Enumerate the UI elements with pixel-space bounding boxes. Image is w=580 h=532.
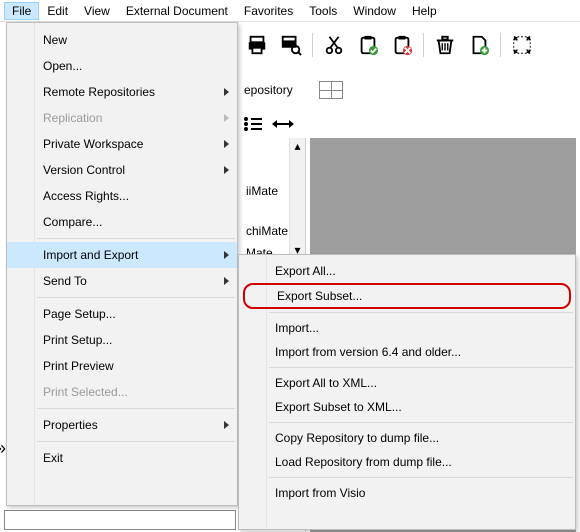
menu-item-label: Print Preview <box>43 359 114 373</box>
menu-separator <box>269 422 573 423</box>
submenu-item-import-old[interactable]: Import from version 6.4 and older... <box>239 340 575 364</box>
menu-item-label: Copy Repository to dump file... <box>275 431 439 445</box>
file-menu: New Open... Remote Repositories Replicat… <box>6 22 238 506</box>
menu-item-properties[interactable]: Properties <box>7 412 237 438</box>
page-add-icon[interactable] <box>466 32 492 58</box>
menu-item-label: Private Workspace <box>43 137 143 151</box>
grid-icon[interactable] <box>319 81 343 99</box>
menu-item-label: New <box>43 33 67 47</box>
menu-item-label: Print Selected... <box>43 385 128 399</box>
menubar-item-view[interactable]: View <box>76 2 118 20</box>
menu-item-label: Export All to XML... <box>275 376 377 390</box>
menu-item-label: Compare... <box>43 215 102 229</box>
fit-icon[interactable] <box>509 32 535 58</box>
menu-item-print-preview[interactable]: Print Preview <box>7 353 237 379</box>
paste-icon[interactable] <box>355 32 381 58</box>
print-icon[interactable] <box>244 32 270 58</box>
print-search-icon[interactable] <box>278 32 304 58</box>
menu-item-label: Import from Visio <box>275 486 365 500</box>
menu-item-label: Import and Export <box>43 248 138 262</box>
menu-item-label: Remote Repositories <box>43 85 155 99</box>
menu-separator <box>269 477 573 478</box>
arrows-horiz-icon[interactable] <box>272 120 294 128</box>
menubar-item-external-document[interactable]: External Document <box>118 2 236 20</box>
menubar-item-favorites[interactable]: Favorites <box>236 2 301 20</box>
menu-item-label: Export Subset to XML... <box>275 400 402 414</box>
submenu-item-export-all[interactable]: Export All... <box>239 259 575 283</box>
menu-item-send-to[interactable]: Send To <box>7 268 237 294</box>
menu-item-label: Version Control <box>43 163 125 177</box>
menubar: File Edit View External Document Favorit… <box>0 0 580 22</box>
menu-item-remote-repositories[interactable]: Remote Repositories <box>7 79 237 105</box>
repository-tab-label[interactable]: epository <box>244 83 293 97</box>
menu-item-label: Send To <box>43 274 87 288</box>
toolbar-separator <box>423 33 424 57</box>
chevron-right-icon <box>224 421 229 429</box>
submenu-item-export-subset[interactable]: Export Subset... <box>243 283 571 309</box>
menubar-item-help[interactable]: Help <box>404 2 445 20</box>
menu-item-import-export[interactable]: Import and Export <box>7 242 237 268</box>
menu-item-print-selected: Print Selected... <box>7 379 237 405</box>
menubar-item-tools[interactable]: Tools <box>301 2 345 20</box>
chevron-right-icon <box>224 166 229 174</box>
menu-item-compare[interactable]: Compare... <box>7 209 237 235</box>
paste-cancel-icon[interactable] <box>389 32 415 58</box>
menu-item-replication: Replication <box>7 105 237 131</box>
menu-item-label: Import... <box>275 321 319 335</box>
tab-band: epository <box>244 78 576 102</box>
menu-separator <box>37 238 235 239</box>
menu-item-label: Exit <box>43 451 63 465</box>
submenu-item-import-visio[interactable]: Import from Visio <box>239 481 575 505</box>
submenu-item-load-dump[interactable]: Load Repository from dump file... <box>239 450 575 474</box>
chevron-right-icon <box>224 140 229 148</box>
menu-item-open[interactable]: Open... <box>7 53 237 79</box>
toolbar <box>244 28 580 62</box>
chevron-right-icon <box>224 88 229 96</box>
menu-item-label: Replication <box>43 111 102 125</box>
menu-item-label: Print Setup... <box>43 333 112 347</box>
submenu-item-export-all-xml[interactable]: Export All to XML... <box>239 371 575 395</box>
menu-item-label: Open... <box>43 59 82 73</box>
menu-separator <box>37 441 235 442</box>
menu-item-new[interactable]: New <box>7 27 237 53</box>
submenu-item-export-subset-xml[interactable]: Export Subset to XML... <box>239 395 575 419</box>
menu-item-print-setup[interactable]: Print Setup... <box>7 327 237 353</box>
scrollbar[interactable]: ▴ ▾ <box>289 138 305 258</box>
submenu-item-import[interactable]: Import... <box>239 316 575 340</box>
expand-chevrons-icon[interactable]: » <box>0 438 2 459</box>
menu-item-label: Properties <box>43 418 98 432</box>
toolbar-separator <box>500 33 501 57</box>
menu-item-private-workspace[interactable]: Private Workspace <box>7 131 237 157</box>
menu-item-version-control[interactable]: Version Control <box>7 157 237 183</box>
submenu-item-copy-dump[interactable]: Copy Repository to dump file... <box>239 426 575 450</box>
bullet-list-icon[interactable] <box>244 117 262 131</box>
menubar-item-file[interactable]: File <box>4 2 39 20</box>
menubar-item-window[interactable]: Window <box>345 2 404 20</box>
cut-icon[interactable] <box>321 32 347 58</box>
view-band <box>244 112 576 136</box>
menubar-item-edit[interactable]: Edit <box>39 2 76 20</box>
menu-item-label: Load Repository from dump file... <box>275 455 452 469</box>
status-input[interactable] <box>4 510 236 530</box>
menu-separator <box>269 312 573 313</box>
chevron-right-icon <box>224 114 229 122</box>
import-export-submenu: Export All... Export Subset... Import...… <box>238 254 576 530</box>
menu-item-label: Import from version 6.4 and older... <box>275 345 461 359</box>
toolbar-separator <box>312 33 313 57</box>
menu-separator <box>37 297 235 298</box>
trash-icon[interactable] <box>432 32 458 58</box>
chevron-right-icon <box>224 277 229 285</box>
chevron-right-icon <box>224 251 229 259</box>
menu-item-page-setup[interactable]: Page Setup... <box>7 301 237 327</box>
menu-item-label: Access Rights... <box>43 189 129 203</box>
menu-item-label: Export Subset... <box>277 289 362 303</box>
scroll-up-icon[interactable]: ▴ <box>290 138 305 154</box>
menu-item-exit[interactable]: Exit <box>7 445 237 471</box>
menu-item-access-rights[interactable]: Access Rights... <box>7 183 237 209</box>
menu-item-label: Page Setup... <box>43 307 116 321</box>
menu-item-label: Export All... <box>275 264 336 278</box>
menu-separator <box>37 408 235 409</box>
menu-separator <box>269 367 573 368</box>
